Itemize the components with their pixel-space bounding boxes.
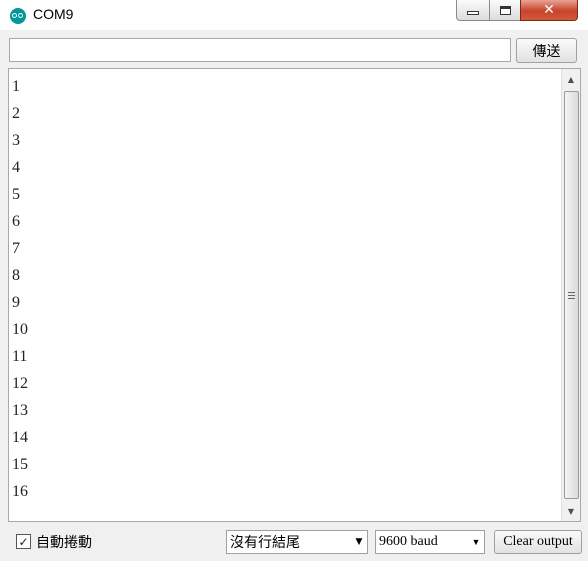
- output-line: 10: [12, 321, 28, 338]
- output-line: 15: [12, 456, 28, 473]
- autoscroll-label[interactable]: 自動捲動: [36, 532, 92, 552]
- baud-rate-value: 9600 baud: [379, 534, 438, 549]
- send-button[interactable]: 傳送: [516, 38, 577, 63]
- close-button[interactable]: ✕: [520, 0, 578, 21]
- clear-output-button[interactable]: Clear output: [494, 530, 582, 554]
- output-line: 9: [12, 294, 20, 311]
- vertical-scrollbar[interactable]: ▲ ▼: [561, 69, 580, 521]
- output-line: 16: [12, 483, 28, 500]
- checkmark-icon: ✓: [18, 534, 29, 549]
- minimize-icon: [467, 11, 479, 15]
- scroll-down-arrow-icon[interactable]: ▼: [562, 501, 580, 521]
- output-line: 11: [12, 348, 28, 365]
- chevron-down-icon: ▼: [471, 537, 481, 547]
- scrollbar-thumb[interactable]: [564, 91, 579, 499]
- serial-output[interactable]: 1 2 3 4 5 6 7 8 9 10 11 12 13 14 15 16 ▲ ▼: [8, 68, 581, 522]
- maximize-button[interactable]: [489, 0, 521, 21]
- minimize-button[interactable]: [456, 0, 490, 21]
- line-ending-select[interactable]: 沒有行結尾 ▼: [226, 530, 368, 554]
- output-line: 8: [12, 267, 20, 284]
- chevron-down-icon: ▼: [355, 537, 363, 547]
- send-input[interactable]: [9, 38, 511, 62]
- autoscroll-checkbox[interactable]: ✓: [16, 534, 31, 549]
- output-lines: 1 2 3 4 5 6 7 8 9 10 11 12 13 14 15 16: [12, 73, 562, 505]
- serial-monitor-window: COM9 ✕ 傳送 1 2 3 4 5 6 7 8 9 10 11 12 13 14 15 16 ▲ ▼ ✓ …: [0, 0, 588, 561]
- output-line: 2: [12, 105, 20, 122]
- baud-rate-select[interactable]: 9600 baud ▼: [375, 530, 485, 554]
- output-line: 12: [12, 375, 28, 392]
- output-line: 3: [12, 132, 20, 149]
- output-line: 4: [12, 159, 20, 176]
- output-line: 13: [12, 402, 28, 419]
- title-bar[interactable]: COM9 ✕: [0, 0, 588, 30]
- maximize-icon: [499, 5, 511, 15]
- close-icon: ✕: [543, 2, 555, 18]
- output-line: 5: [12, 186, 20, 203]
- output-line: 1: [12, 78, 20, 95]
- grip-icon: [568, 291, 575, 299]
- scroll-up-arrow-icon[interactable]: ▲: [562, 69, 580, 89]
- output-line: 6: [12, 213, 20, 230]
- output-line: 7: [12, 240, 20, 257]
- window-title: COM9: [33, 6, 74, 22]
- arduino-icon: [10, 8, 26, 24]
- line-ending-value: 沒有行結尾: [230, 535, 300, 551]
- output-line: 14: [12, 429, 28, 446]
